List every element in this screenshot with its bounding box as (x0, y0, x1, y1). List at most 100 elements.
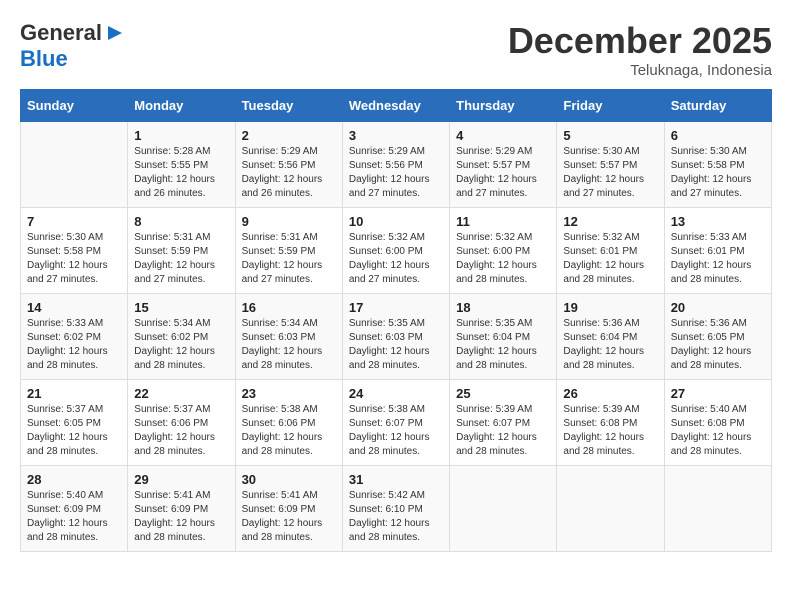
calendar-cell: 24 Sunrise: 5:38 AM Sunset: 6:07 PM Dayli… (342, 380, 449, 466)
day-number: 11 (456, 214, 550, 229)
cell-info: Sunrise: 5:29 AM Sunset: 5:56 PM Dayligh… (349, 145, 443, 201)
cell-info: Sunrise: 5:29 AM Sunset: 5:56 PM Dayligh… (242, 145, 336, 201)
logo-general-text: General (20, 20, 102, 46)
calendar-cell: 20 Sunrise: 5:36 AM Sunset: 6:05 PM Dayli… (664, 294, 771, 380)
cell-info: Sunrise: 5:36 AM Sunset: 6:05 PM Dayligh… (671, 317, 765, 373)
cell-info: Sunrise: 5:33 AM Sunset: 6:01 PM Dayligh… (671, 231, 765, 287)
cell-info: Sunrise: 5:32 AM Sunset: 6:01 PM Dayligh… (563, 231, 657, 287)
calendar-cell: 12 Sunrise: 5:32 AM Sunset: 6:01 PM Dayli… (557, 208, 664, 294)
cell-info: Sunrise: 5:32 AM Sunset: 6:00 PM Dayligh… (349, 231, 443, 287)
logo-blue-text: Blue (20, 46, 68, 71)
cell-info: Sunrise: 5:30 AM Sunset: 5:57 PM Dayligh… (563, 145, 657, 201)
calendar-cell: 22 Sunrise: 5:37 AM Sunset: 6:06 PM Dayli… (128, 380, 235, 466)
cell-info: Sunrise: 5:38 AM Sunset: 6:07 PM Dayligh… (349, 403, 443, 459)
header-cell-thursday: Thursday (450, 90, 557, 122)
cell-info: Sunrise: 5:29 AM Sunset: 5:57 PM Dayligh… (456, 145, 550, 201)
calendar-cell: 14 Sunrise: 5:33 AM Sunset: 6:02 PM Dayli… (21, 294, 128, 380)
title-area: December 2025 Teluknaga, Indonesia (508, 20, 772, 79)
day-number: 21 (27, 386, 121, 401)
cell-info: Sunrise: 5:37 AM Sunset: 6:06 PM Dayligh… (134, 403, 228, 459)
header-cell-saturday: Saturday (664, 90, 771, 122)
calendar-cell (21, 122, 128, 208)
day-number: 6 (671, 128, 765, 143)
calendar-cell: 10Sunrise: 5:32 AM Sunset: 6:00 PM Dayli… (342, 208, 449, 294)
calendar-cell: 13Sunrise: 5:33 AM Sunset: 6:01 PM Dayli… (664, 208, 771, 294)
calendar-cell: 5 Sunrise: 5:30 AM Sunset: 5:57 PM Daylig… (557, 122, 664, 208)
day-number: 23 (242, 386, 336, 401)
day-number: 29 (134, 472, 228, 487)
cell-info: Sunrise: 5:35 AM Sunset: 6:04 PM Dayligh… (456, 317, 550, 373)
cell-info: Sunrise: 5:41 AM Sunset: 6:09 PM Dayligh… (134, 489, 228, 545)
week-row-2: 7 Sunrise: 5:30 AM Sunset: 5:58 PM Daylig… (21, 208, 772, 294)
day-number: 24 (349, 386, 443, 401)
calendar-cell: 25 Sunrise: 5:39 AM Sunset: 6:07 PM Dayli… (450, 380, 557, 466)
cell-info: Sunrise: 5:31 AM Sunset: 5:59 PM Dayligh… (242, 231, 336, 287)
day-number: 25 (456, 386, 550, 401)
calendar-cell: 3 Sunrise: 5:29 AM Sunset: 5:56 PM Daylig… (342, 122, 449, 208)
cell-info: Sunrise: 5:35 AM Sunset: 6:03 PM Dayligh… (349, 317, 443, 373)
cell-info: Sunrise: 5:30 AM Sunset: 5:58 PM Dayligh… (671, 145, 765, 201)
cell-info: Sunrise: 5:39 AM Sunset: 6:08 PM Dayligh… (563, 403, 657, 459)
day-number: 8 (134, 214, 228, 229)
cell-info: Sunrise: 5:33 AM Sunset: 6:02 PM Dayligh… (27, 317, 121, 373)
day-number: 4 (456, 128, 550, 143)
calendar-cell: 23Sunrise: 5:38 AM Sunset: 6:06 PM Dayli… (235, 380, 342, 466)
calendar-cell: 26 Sunrise: 5:39 AM Sunset: 6:08 PM Dayli… (557, 380, 664, 466)
cell-info: Sunrise: 5:34 AM Sunset: 6:03 PM Dayligh… (242, 317, 336, 373)
day-number: 7 (27, 214, 121, 229)
cell-info: Sunrise: 5:39 AM Sunset: 6:07 PM Dayligh… (456, 403, 550, 459)
day-number: 16 (242, 300, 336, 315)
day-number: 5 (563, 128, 657, 143)
calendar-cell: 1 Sunrise: 5:28 AM Sunset: 5:55 PM Daylig… (128, 122, 235, 208)
calendar-cell: 18 Sunrise: 5:35 AM Sunset: 6:04 PM Dayli… (450, 294, 557, 380)
logo-arrow-icon (104, 22, 126, 44)
day-number: 17 (349, 300, 443, 315)
month-title: December 2025 (508, 20, 772, 62)
calendar-cell: 27 Sunrise: 5:40 AM Sunset: 6:08 PM Dayli… (664, 380, 771, 466)
cell-info: Sunrise: 5:42 AM Sunset: 6:10 PM Dayligh… (349, 489, 443, 545)
header-row: SundayMondayTuesdayWednesdayThursdayFrid… (21, 90, 772, 122)
day-number: 27 (671, 386, 765, 401)
cell-info: Sunrise: 5:31 AM Sunset: 5:59 PM Dayligh… (134, 231, 228, 287)
day-number: 2 (242, 128, 336, 143)
header-cell-monday: Monday (128, 90, 235, 122)
calendar-cell: 16 Sunrise: 5:34 AM Sunset: 6:03 PM Dayli… (235, 294, 342, 380)
cell-info: Sunrise: 5:41 AM Sunset: 6:09 PM Dayligh… (242, 489, 336, 545)
calendar-cell: 21Sunrise: 5:37 AM Sunset: 6:05 PM Dayli… (21, 380, 128, 466)
calendar-cell: 7 Sunrise: 5:30 AM Sunset: 5:58 PM Daylig… (21, 208, 128, 294)
day-number: 31 (349, 472, 443, 487)
calendar-cell: 15 Sunrise: 5:34 AM Sunset: 6:02 PM Dayli… (128, 294, 235, 380)
cell-info: Sunrise: 5:28 AM Sunset: 5:55 PM Dayligh… (134, 145, 228, 201)
calendar-cell (557, 466, 664, 552)
week-row-3: 14 Sunrise: 5:33 AM Sunset: 6:02 PM Dayli… (21, 294, 772, 380)
week-row-5: 28Sunrise: 5:40 AM Sunset: 6:09 PM Dayli… (21, 466, 772, 552)
page-header: General Blue December 2025 Teluknaga, In… (20, 20, 772, 79)
day-number: 3 (349, 128, 443, 143)
day-number: 1 (134, 128, 228, 143)
calendar-cell: 31 Sunrise: 5:42 AM Sunset: 6:10 PM Dayli… (342, 466, 449, 552)
day-number: 26 (563, 386, 657, 401)
calendar-cell: 9 Sunrise: 5:31 AM Sunset: 5:59 PM Daylig… (235, 208, 342, 294)
cell-info: Sunrise: 5:30 AM Sunset: 5:58 PM Dayligh… (27, 231, 121, 287)
location-subtitle: Teluknaga, Indonesia (508, 62, 772, 79)
day-number: 12 (563, 214, 657, 229)
day-number: 22 (134, 386, 228, 401)
day-number: 30 (242, 472, 336, 487)
calendar-cell: 8 Sunrise: 5:31 AM Sunset: 5:59 PM Daylig… (128, 208, 235, 294)
header-cell-sunday: Sunday (21, 90, 128, 122)
calendar-cell: 6 Sunrise: 5:30 AM Sunset: 5:58 PM Daylig… (664, 122, 771, 208)
calendar-cell: 2 Sunrise: 5:29 AM Sunset: 5:56 PM Daylig… (235, 122, 342, 208)
calendar-cell: 19Sunrise: 5:36 AM Sunset: 6:04 PM Dayli… (557, 294, 664, 380)
day-number: 18 (456, 300, 550, 315)
day-number: 9 (242, 214, 336, 229)
cell-info: Sunrise: 5:34 AM Sunset: 6:02 PM Dayligh… (134, 317, 228, 373)
day-number: 28 (27, 472, 121, 487)
header-cell-friday: Friday (557, 90, 664, 122)
calendar-cell: 28Sunrise: 5:40 AM Sunset: 6:09 PM Dayli… (21, 466, 128, 552)
calendar-table: SundayMondayTuesdayWednesdayThursdayFrid… (20, 89, 772, 552)
day-number: 20 (671, 300, 765, 315)
cell-info: Sunrise: 5:40 AM Sunset: 6:08 PM Dayligh… (671, 403, 765, 459)
day-number: 14 (27, 300, 121, 315)
calendar-cell (450, 466, 557, 552)
day-number: 15 (134, 300, 228, 315)
